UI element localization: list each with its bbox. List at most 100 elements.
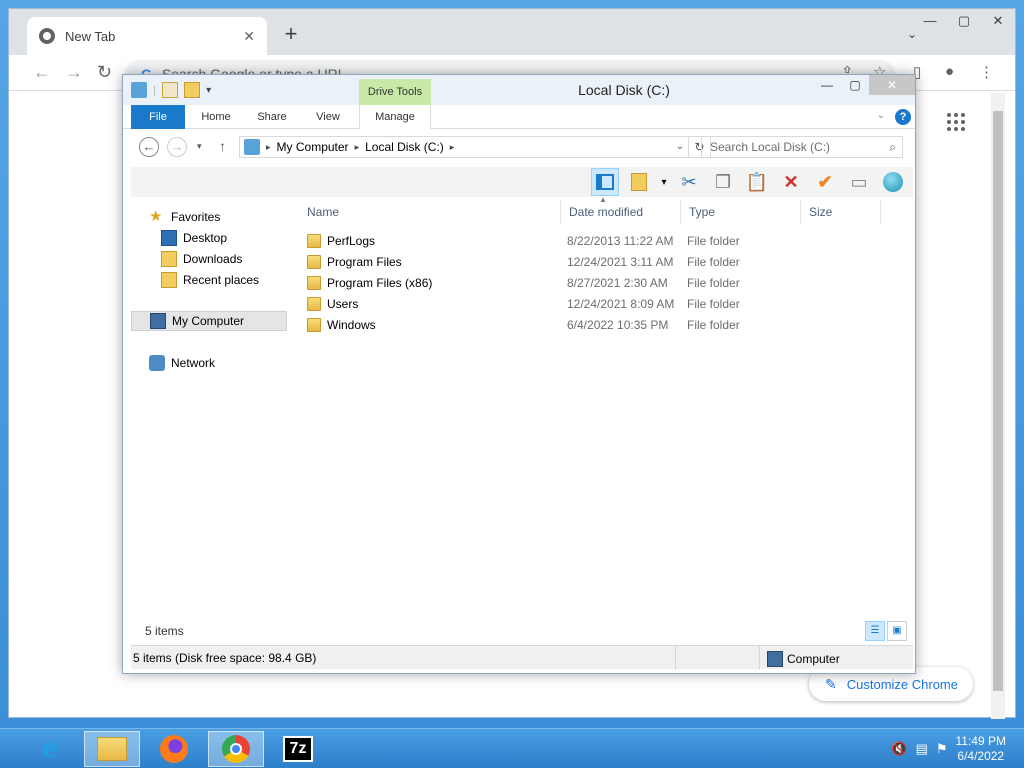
folder-icon (307, 276, 321, 290)
breadcrumb-local-disk[interactable]: Local Disk (C:) (365, 140, 444, 154)
network-icon[interactable]: ▤ (916, 741, 928, 757)
rename-check-icon[interactable]: ✔ (811, 168, 839, 196)
computer-icon (767, 651, 783, 667)
google-apps-icon[interactable] (947, 113, 965, 131)
nav-favorites[interactable]: ★ Favorites (149, 207, 220, 227)
navigation-pane: ★ Favorites Desktop Downloads Recent pla… (131, 197, 291, 617)
internet-explorer-icon: e (41, 734, 59, 764)
recent-places-icon (161, 272, 177, 288)
delete-icon[interactable]: ✕ (777, 168, 805, 196)
clock-time: 11:49 PM (955, 734, 1006, 748)
expand-ribbon-icon[interactable]: ⌄ (877, 110, 885, 121)
chrome-favicon-icon (39, 28, 55, 44)
copy-icon[interactable]: ❐ (709, 168, 737, 196)
7zip-taskbar-button[interactable]: 7z (270, 731, 326, 767)
tab-manage[interactable]: Manage (359, 105, 431, 129)
reload-icon[interactable]: ↻ (97, 63, 112, 81)
file-row[interactable]: Program Files (x86) 8/27/2021 2:30 AM Fi… (299, 273, 913, 294)
explorer-close-button[interactable]: ✕ (869, 75, 915, 95)
nav-desktop[interactable]: Desktop (161, 228, 227, 248)
nav-downloads[interactable]: Downloads (161, 249, 242, 269)
nav-recent-places[interactable]: Recent places (161, 270, 259, 290)
status-text: 5 items (Disk free space: 98.4 GB) (133, 651, 317, 665)
select-all-icon[interactable] (625, 168, 653, 196)
forward-arrow-icon[interactable]: → (65, 63, 83, 81)
clock-date: 6/4/2022 (957, 749, 1005, 763)
column-name[interactable]: Name (299, 201, 561, 223)
up-arrow-icon[interactable]: ↑ (219, 138, 226, 154)
dropdown-arrow-icon[interactable]: ▾ (659, 168, 669, 196)
paste-icon[interactable]: 📋 (743, 168, 771, 196)
file-list: ▲ Name Date modified Type Size PerfLogs … (299, 195, 913, 617)
pencil-icon: ✎ (825, 675, 837, 692)
chrome-window-controls: — ▢ ✕ (913, 9, 1015, 33)
folder-icon (307, 318, 321, 332)
address-row: ← → ▾ ↑ ▸ My Computer ▸ Local Disk (C:) … (123, 131, 915, 163)
folder-icon (307, 255, 321, 269)
explorer-maximize-button[interactable]: ▢ (841, 75, 869, 95)
explorer-title-bar: | ▾ Drive Tools Local Disk (C:) — ▢ ✕ (123, 75, 915, 107)
file-explorer-window: | ▾ Drive Tools Local Disk (C:) — ▢ ✕ Fi… (122, 74, 916, 674)
globe-icon[interactable] (879, 168, 907, 196)
chrome-taskbar-button[interactable] (208, 731, 264, 767)
search-placeholder: Search Local Disk (C:) (710, 140, 831, 154)
profile-avatar-icon[interactable]: ● (945, 63, 954, 80)
back-arrow-icon[interactable]: ← (33, 63, 51, 81)
action-center-icon[interactable]: ⚑ (936, 741, 948, 757)
close-button[interactable]: ✕ (981, 9, 1015, 33)
firefox-taskbar-button[interactable] (146, 731, 202, 767)
search-icon: ⌕ (889, 140, 896, 154)
page-scrollbar[interactable] (991, 93, 1005, 719)
tab-close-icon[interactable]: ✕ (243, 28, 255, 45)
tab-strip: New Tab ✕ + ⌄ — ▢ ✕ (9, 9, 1015, 55)
menu-kebab-icon[interactable]: ⋮ (979, 63, 994, 81)
chrome-icon (222, 735, 250, 763)
cut-icon[interactable]: ✂ (675, 168, 703, 196)
folder-icon (97, 737, 127, 761)
column-size[interactable]: Size (801, 201, 881, 223)
tab-new-tab[interactable]: New Tab ✕ (27, 17, 267, 55)
network-icon (149, 355, 165, 371)
column-date-modified[interactable]: Date modified (561, 201, 681, 223)
breadcrumb-my-computer[interactable]: My Computer (277, 140, 349, 154)
explorer-minimize-button[interactable]: — (813, 75, 841, 95)
recent-locations-icon[interactable]: ▾ (197, 141, 202, 152)
properties-icon[interactable]: ▭ (845, 168, 873, 196)
tab-share[interactable]: Share (249, 105, 295, 129)
file-row[interactable]: Users 12/24/2021 8:09 AM File folder (299, 294, 913, 315)
internet-explorer-taskbar-button[interactable]: e (22, 731, 78, 767)
help-icon[interactable]: ? (895, 109, 911, 125)
ribbon-tabs: File Home Share View Manage ⌄ ? (123, 105, 915, 129)
search-input[interactable]: Search Local Disk (C:) ⌕ (701, 136, 903, 158)
minimize-button[interactable]: — (913, 9, 947, 33)
folder-icon (307, 234, 321, 248)
tab-home[interactable]: Home (193, 105, 239, 129)
file-row[interactable]: PerfLogs 8/22/2013 11:22 AM File folder (299, 231, 913, 252)
nav-my-computer[interactable]: My Computer (131, 311, 287, 331)
downloads-folder-icon (161, 251, 177, 267)
address-bar[interactable]: ▸ My Computer ▸ Local Disk (C:) ▸ ⌄ (239, 136, 689, 158)
maximize-button[interactable]: ▢ (947, 9, 981, 33)
file-explorer-taskbar-button[interactable] (84, 731, 140, 767)
column-type[interactable]: Type (681, 201, 801, 223)
forward-button[interactable]: → (167, 137, 187, 157)
file-row[interactable]: Program Files 12/24/2021 3:11 AM File fo… (299, 252, 913, 273)
folder-icon (307, 297, 321, 311)
back-button[interactable]: ← (139, 137, 159, 157)
tab-file[interactable]: File (131, 105, 185, 129)
volume-muted-icon[interactable]: 🔇 (891, 741, 907, 757)
nav-network[interactable]: Network (149, 353, 215, 373)
preview-pane-icon[interactable] (591, 168, 619, 196)
computer-icon (244, 139, 260, 155)
7zip-icon: 7z (283, 736, 313, 762)
tab-view[interactable]: View (305, 105, 351, 129)
status-bar: 5 items (Disk free space: 98.4 GB) Compu… (131, 645, 913, 670)
file-row[interactable]: Windows 6/4/2022 10:35 PM File folder (299, 315, 913, 336)
large-icons-view-icon[interactable]: ▣ (887, 621, 907, 641)
desktop-icon (161, 230, 177, 246)
new-tab-button[interactable]: + (279, 23, 303, 47)
explorer-window-controls: — ▢ ✕ (813, 75, 915, 95)
details-view-icon[interactable]: ☰ (865, 621, 885, 641)
address-dropdown-icon[interactable]: ⌄ (676, 141, 684, 152)
clock[interactable]: 11:49 PM 6/4/2022 (956, 734, 1006, 764)
